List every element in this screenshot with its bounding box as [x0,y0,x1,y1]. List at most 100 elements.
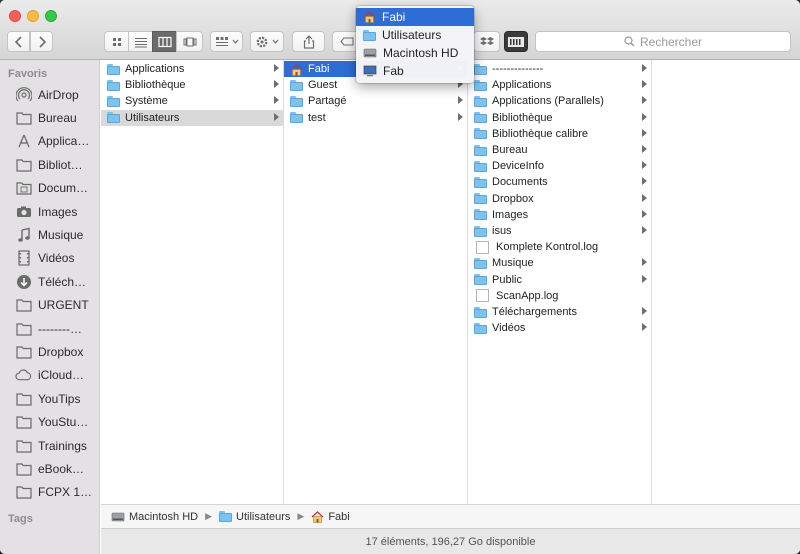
arrange-button[interactable] [210,31,243,52]
forward-button[interactable] [30,31,53,52]
folder-icon [15,343,32,360]
folder-icon [290,95,303,107]
folder-row[interactable]: Bureau [468,142,651,158]
folder-icon [474,225,487,237]
item-label: Bibliothèque calibre [492,127,589,140]
item-label: Musique [492,257,534,270]
disclosure-arrow-icon [274,80,279,89]
folder-row[interactable]: Téléchargements [468,304,651,320]
popup-menu-item[interactable]: Fab [356,62,474,80]
folder-row[interactable]: isus [468,223,651,239]
popup-menu-item[interactable]: Utilisateurs [356,26,474,44]
file-row[interactable]: ScanApp.log [468,288,651,304]
sidebar-item[interactable]: Musique [0,223,100,246]
item-label: Fabi [308,63,330,75]
status-text: 17 éléments, 196,27 Go disponible [365,535,536,548]
chevron-left-icon [14,35,22,48]
file-row[interactable]: Komplete Kontrol.log [468,239,651,255]
search-field[interactable]: Rechercher [535,31,791,52]
popup-menu-item-label: Utilisateurs [382,28,442,42]
folder-icon [15,390,32,407]
disclosure-arrow-icon [642,161,647,170]
sidebar-item-label: Bibliot… [38,157,83,172]
sidebar-item[interactable]: YouStu… [0,411,100,434]
path-segment[interactable]: Utilisateurs [219,511,290,523]
sidebar-item[interactable]: Vidéos [0,247,100,270]
folder-row[interactable]: Bibliothèque [468,110,651,126]
item-label: Dropbox [492,192,534,205]
folder-row[interactable]: Partagé [284,93,467,109]
zoom-window-button[interactable] [45,10,57,22]
sidebar-item[interactable]: --------… [0,317,100,340]
folder-row[interactable]: Système [101,93,283,109]
folder-row[interactable]: Applications (Parallels) [468,93,651,109]
folder-row[interactable]: DeviceInfo [468,158,651,174]
popup-menu-item[interactable]: Macintosh HD [356,44,474,62]
column-view-button[interactable] [152,31,177,52]
sidebar-item[interactable]: YouTips [0,387,100,410]
path-segment[interactable]: Fabi [311,511,350,523]
folder-row[interactable]: Images [468,207,651,223]
folder-row[interactable]: Applications [101,61,283,77]
minimize-window-button[interactable] [27,10,39,22]
app-toolbar-button[interactable] [504,31,528,52]
folder-row[interactable]: Public [468,272,651,288]
item-label: Public [492,273,522,286]
sidebar-item[interactable]: FCPX 1… [0,481,100,504]
hard-drive-icon [363,47,377,59]
sidebar-item[interactable]: Docum… [0,177,100,200]
folder-row[interactable]: -------------- [468,61,651,77]
popup-menu-item[interactable]: Fabi [356,8,474,26]
folder-row[interactable]: Applications [468,77,651,93]
path-segment[interactable]: Macintosh HD [111,511,198,523]
close-window-button[interactable] [9,10,21,22]
audio-device-icon [508,36,524,47]
home-icon [290,63,303,76]
folder-row[interactable]: Bibliothèque [101,77,283,93]
folder-row[interactable]: Documents [468,174,651,190]
icon-view-button[interactable] [104,31,129,52]
sidebar-item[interactable]: URGENT [0,294,100,317]
sidebar-item[interactable]: AirDrop [0,83,100,106]
column-users: Fabi Guest Partagé test [284,60,468,504]
disclosure-arrow-icon [274,112,279,121]
folder-row[interactable]: Dropbox [468,191,651,207]
disclosure-arrow-icon [642,209,647,218]
sidebar-item[interactable]: Images [0,200,100,223]
sidebar-item[interactable]: eBook… [0,457,100,480]
folder-icon [474,193,487,205]
sidebar-item-label: iCloud… [38,368,85,383]
folder-row[interactable]: Vidéos [468,320,651,336]
list-view-button[interactable] [128,31,153,52]
sidebar-item[interactable]: Bibliot… [0,153,100,176]
item-label: DeviceInfo [492,160,544,173]
action-button[interactable] [250,31,284,52]
sidebar-item-label: --------… [38,321,82,336]
back-button[interactable] [7,31,30,52]
column-home: -------------- Applications Applications (… [468,60,652,504]
sidebar-item[interactable]: Dropbox [0,340,100,363]
sidebar-item[interactable]: Bureau [0,106,100,129]
sidebar-item[interactable]: Trainings [0,434,100,457]
dropbox-toolbar-button[interactable] [473,31,500,52]
path-segment-label: Macintosh HD [129,510,199,523]
cover-flow-view-button[interactable] [176,31,203,52]
folder-row[interactable]: Utilisateurs [101,109,283,126]
folder-icon [474,128,487,140]
disclosure-arrow-icon [642,258,647,267]
sidebar-item-label: Bureau [38,110,77,125]
folder-row[interactable]: Musique [468,255,651,271]
camera-icon [15,203,32,220]
folder-row[interactable]: test [284,110,467,126]
sidebar-item[interactable]: iCloud… [0,364,100,387]
folder-icon [15,156,32,173]
chevron-down-icon [232,39,238,44]
sidebar-item-label: YouTips [38,391,81,406]
sidebar-item[interactable]: Applica… [0,130,100,153]
folder-icon [15,320,32,337]
path-bar: Macintosh HD ▶ Utilisateurs ▶ Fabi [101,504,800,528]
share-button[interactable] [292,31,325,52]
folder-row[interactable]: Bibliothèque calibre [468,126,651,142]
chevron-right-icon: ▶ [297,511,305,521]
sidebar-item[interactable]: Téléch… [0,270,100,293]
